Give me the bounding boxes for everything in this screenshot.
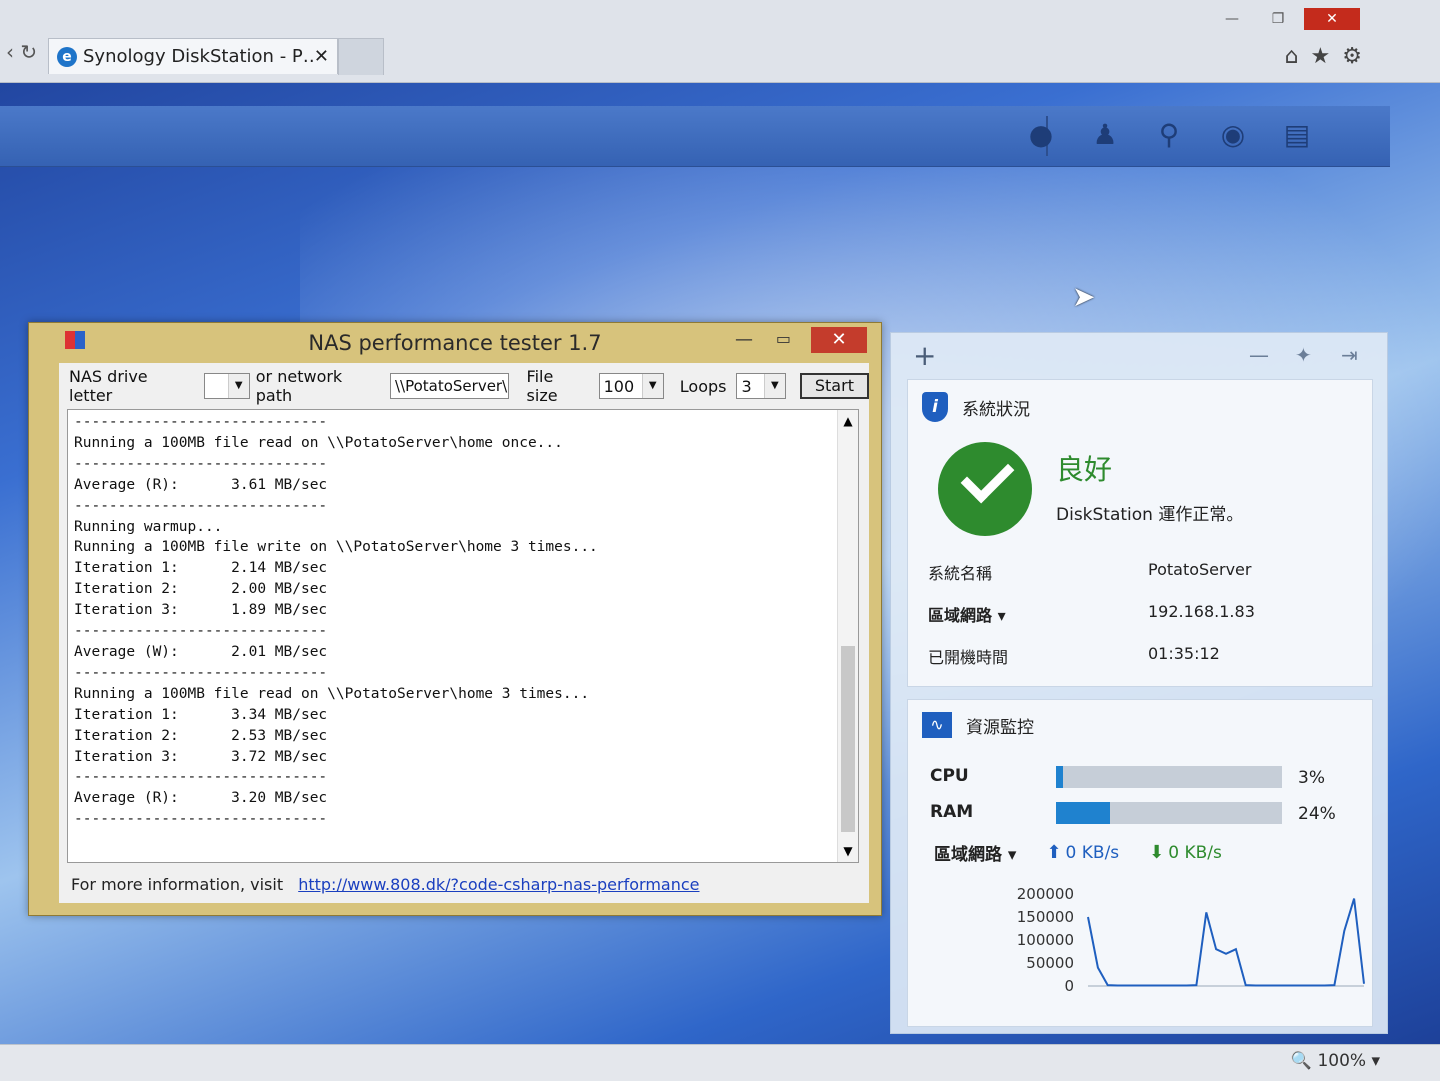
widgets-icon[interactable]: ▤ — [1280, 118, 1314, 152]
system-name-label: 系統名稱 — [928, 564, 993, 583]
file-size-select[interactable]: 100 ▼ — [598, 373, 664, 399]
system-status-card: i 系統狀況 良好 DiskStation 運作正常。 系統名稱 PotatoS… — [907, 379, 1373, 687]
nas-tester-titlebar: NAS performance tester 1.7 — ▭ ✕ — [29, 323, 881, 363]
loops-select[interactable]: 3 ▼ — [736, 373, 786, 399]
user-icon[interactable]: ♟ — [1088, 118, 1122, 152]
maximize-button[interactable]: ❐ — [1258, 8, 1298, 30]
scroll-down-icon[interactable]: ▼ — [838, 844, 858, 858]
upload-speed: 0 KB/s — [1065, 842, 1120, 863]
minimize-button[interactable]: — — [1212, 8, 1252, 30]
status-message: DiskStation 運作正常。 — [1056, 505, 1244, 525]
info-link[interactable]: http://www.808.dk/?code-csharp-nas-perfo… — [298, 875, 699, 894]
cpu-bar-fill — [1056, 766, 1063, 788]
output-text: ----------------------------- Running a … — [74, 414, 598, 828]
settings-gear-icon[interactable]: ⚙ — [1342, 44, 1362, 69]
nas-tester-window: NAS performance tester 1.7 — ▭ ✕ NAS dri… — [28, 322, 882, 916]
checkmark-icon — [938, 442, 1032, 536]
pulse-monitor-icon: ∿ — [922, 712, 952, 738]
info-row: For more information, visit http://www.8… — [71, 875, 700, 894]
network-chart: 200000 150000 100000 50000 0 — [1017, 886, 1365, 995]
resource-monitor-card: ∿ 資源監控 CPU 3% RAM 24% 區域網路 ▾ ⬆ 0 KB/s ⬇ … — [907, 699, 1373, 1027]
close-button[interactable]: ✕ — [811, 327, 867, 353]
drive-letter-select[interactable]: ▼ — [204, 373, 250, 399]
ram-bar — [1056, 802, 1282, 824]
y-tick-label: 200000 — [1017, 886, 1074, 903]
loops-label: Loops — [679, 376, 727, 396]
upload-arrow-icon: ⬆ — [1046, 842, 1062, 863]
info-text: For more information, visit — [71, 875, 284, 894]
nas-tester-body: NAS drive letter ▼ or network path \\Pot… — [59, 363, 869, 903]
y-tick-label: 150000 — [1017, 908, 1074, 926]
ram-label: RAM — [930, 802, 974, 822]
browser-tab[interactable]: e Synology DiskStation - P… ✕ — [48, 38, 338, 74]
status-text: 良好 — [1056, 453, 1113, 486]
refresh-icon[interactable]: ‹ ↻ — [6, 40, 37, 64]
drive-letter-label: NAS drive letter — [69, 367, 148, 405]
scroll-up-icon[interactable]: ▲ — [838, 414, 858, 428]
chevron-down-icon: ▼ — [763, 374, 785, 398]
window-controls: — ❐ ✕ — [1212, 8, 1360, 30]
browser-status-bar: 🔍 100% ▾ — [0, 1044, 1440, 1081]
output-log[interactable]: ----------------------------- Running a … — [67, 409, 859, 863]
minimize-widget-icon[interactable]: — — [1249, 343, 1269, 367]
lan-dropdown[interactable]: 區域網路 ▾ — [928, 602, 1006, 626]
uptime-value: 01:35:12 — [1148, 644, 1220, 663]
collapse-panel-icon[interactable]: ⇥ — [1341, 343, 1358, 367]
cpu-bar — [1056, 766, 1282, 788]
browser-titlebar: ‹ ↻ e Synology DiskStation - P… ✕ — ❐ ✕ … — [0, 0, 1440, 83]
file-size-label: File size — [526, 367, 558, 405]
network-dropdown[interactable]: 區域網路 ▾ — [934, 840, 1016, 865]
zoom-level[interactable]: 🔍 100% ▾ — [1291, 1051, 1380, 1071]
system-name-value: PotatoServer — [1148, 560, 1252, 579]
start-button[interactable]: Start — [799, 373, 869, 399]
y-tick-label: 50000 — [1026, 954, 1074, 972]
chat-icon[interactable]: ● — [1024, 118, 1058, 152]
close-button[interactable]: ✕ — [1304, 8, 1360, 30]
shield-info-icon: i — [922, 392, 948, 422]
cpu-percent: 3% — [1298, 768, 1325, 788]
y-tick-label: 100000 — [1017, 931, 1074, 949]
mouse-cursor-icon: ➤ — [1072, 280, 1096, 313]
output-scrollbar[interactable]: ▲ ▼ — [837, 410, 858, 862]
pin-icon[interactable]: ✦ — [1295, 343, 1312, 367]
search-icon[interactable]: ⚲ — [1152, 118, 1186, 152]
widget-panel-header: + — ✦ ⇥ — [891, 333, 1387, 377]
y-tick-label: 0 — [1064, 977, 1074, 995]
new-tab-button[interactable] — [338, 38, 384, 75]
ram-percent: 24% — [1298, 804, 1336, 824]
card-title: ∿ 資源監控 — [922, 712, 1034, 738]
minimize-button[interactable]: — — [735, 329, 753, 350]
favorites-star-icon[interactable]: ★ — [1311, 44, 1331, 69]
download-arrow-icon: ⬇ — [1149, 842, 1165, 863]
card-title: i 系統狀況 — [922, 392, 1030, 422]
cpu-label: CPU — [930, 766, 969, 786]
chevron-down-icon: ▼ — [227, 374, 249, 398]
ram-bar-fill — [1056, 802, 1111, 824]
network-path-input[interactable]: \\PotatoServer\h — [389, 373, 509, 399]
scroll-thumb[interactable] — [841, 646, 855, 832]
options-icon[interactable]: ◉ — [1216, 118, 1250, 152]
tab-close-icon[interactable]: ✕ — [314, 46, 329, 67]
add-widget-icon[interactable]: + — [913, 339, 936, 372]
browser-toolbar: ⌂ ★ ⚙ — [1285, 44, 1362, 69]
tab-title: Synology DiskStation - P… — [83, 46, 314, 67]
ie-logo-icon: e — [57, 46, 77, 67]
maximize-button[interactable]: ▭ — [776, 329, 791, 348]
controls-row: NAS drive letter ▼ or network path \\Pot… — [59, 363, 869, 409]
network-row: 區域網路 ▾ ⬆ 0 KB/s ⬇ 0 KB/s — [934, 840, 1222, 865]
uptime-label: 已開機時間 — [928, 648, 1009, 667]
widget-panel: + — ✦ ⇥ i 系統狀況 良好 DiskStation 運作正常。 系統名稱… — [890, 332, 1388, 1034]
download-speed: 0 KB/s — [1168, 842, 1222, 863]
dsm-taskbar: ● ♟ ⚲ ◉ ▤ — [0, 106, 1390, 167]
network-path-label: or network path — [255, 367, 343, 405]
ip-address-value: 192.168.1.83 — [1148, 602, 1255, 621]
window-title: NAS performance tester 1.7 — [308, 331, 602, 355]
chevron-down-icon: ▼ — [641, 374, 663, 398]
home-icon[interactable]: ⌂ — [1285, 44, 1299, 69]
dsm-taskbar-icons: ● ♟ ⚲ ◉ ▤ — [1024, 118, 1314, 152]
series-line — [1087, 898, 1365, 987]
